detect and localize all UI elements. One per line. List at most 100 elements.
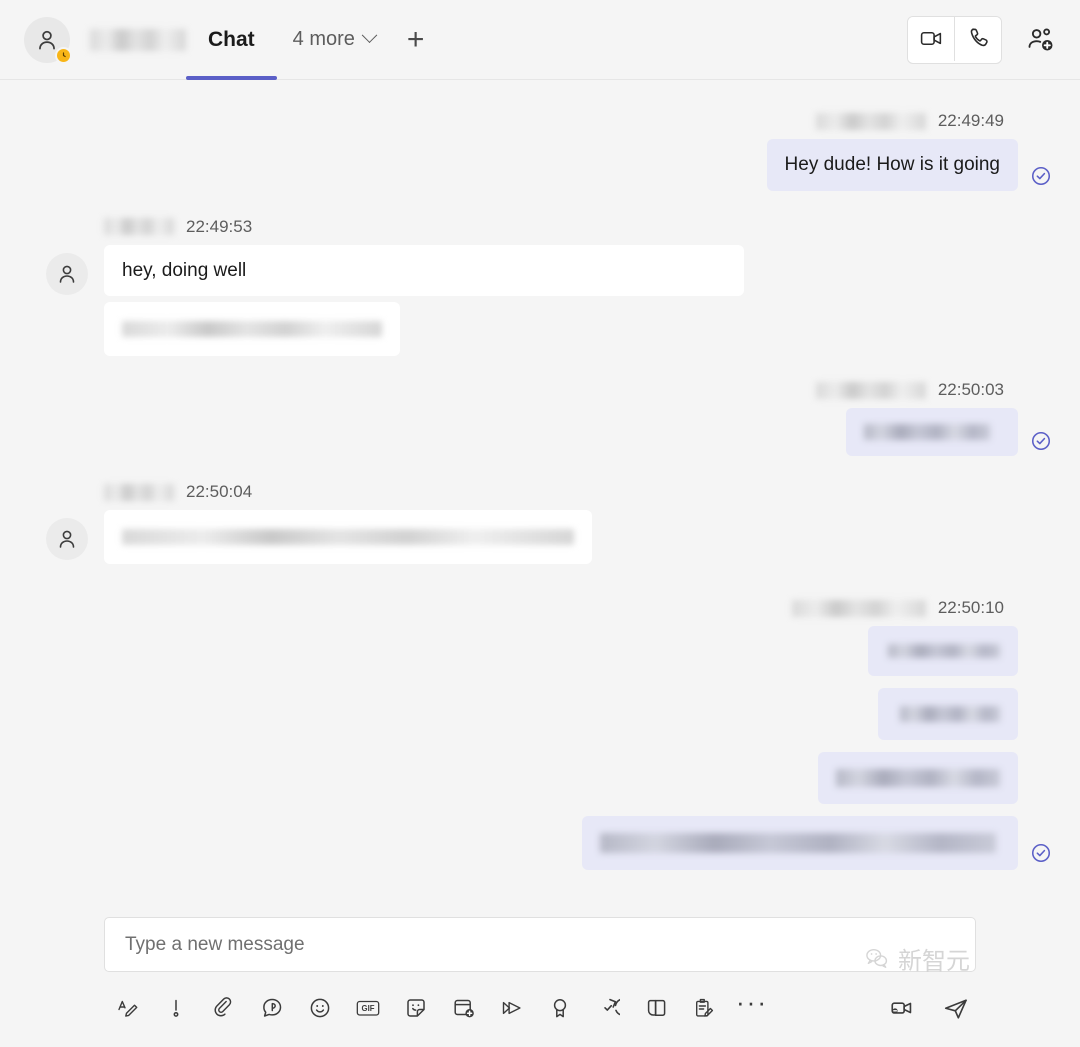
message-row: Hey dude! How is it going bbox=[766, 139, 1052, 191]
tab-chat[interactable]: Chat bbox=[186, 0, 277, 80]
message-timestamp: 22:50:04 bbox=[186, 482, 253, 502]
message-row bbox=[846, 408, 1052, 457]
svg-text:GIF: GIF bbox=[362, 1004, 375, 1013]
message-text-redacted bbox=[122, 529, 574, 546]
more-tabs-label: 4 more bbox=[292, 28, 355, 50]
message-input[interactable]: Type a new message bbox=[104, 917, 976, 972]
message-group: 22:50:04 bbox=[0, 482, 1080, 565]
send-icon bbox=[944, 999, 967, 1019]
message-bubble-stack bbox=[582, 626, 1018, 871]
message-text-redacted bbox=[600, 833, 996, 854]
message-timestamp: 22:50:10 bbox=[937, 598, 1004, 618]
praise-icon bbox=[553, 999, 567, 1018]
send-later-icon bbox=[502, 1001, 521, 1015]
add-people-icon bbox=[1028, 27, 1053, 50]
message-row bbox=[582, 626, 1052, 871]
person-icon bbox=[59, 530, 75, 549]
message-meta: 22:50:04 bbox=[104, 482, 1080, 502]
loop-button[interactable] bbox=[248, 986, 296, 1030]
message-meta: 22:50:10 bbox=[791, 598, 1052, 618]
message-bubble-redacted[interactable] bbox=[818, 752, 1018, 805]
add-people-button[interactable] bbox=[1024, 23, 1058, 57]
tab-chat-label: Chat bbox=[208, 27, 255, 51]
message-input-placeholder: Type a new message bbox=[125, 933, 305, 955]
message-bubble-redacted[interactable] bbox=[582, 816, 1018, 871]
forms-button[interactable] bbox=[680, 986, 728, 1030]
tab-active-indicator bbox=[186, 75, 277, 80]
forms-icon bbox=[696, 998, 714, 1017]
video-call-icon bbox=[920, 31, 941, 46]
message-timestamp: 22:50:03 bbox=[937, 380, 1004, 400]
message-bubble-redacted[interactable] bbox=[104, 302, 400, 357]
composer: Type a new message GIF ··· 新智元 bbox=[0, 917, 1080, 1047]
gif-icon: GIF bbox=[356, 1000, 380, 1016]
video-call-button[interactable] bbox=[908, 16, 954, 61]
message-bubble[interactable]: hey, doing well bbox=[104, 244, 744, 297]
more-tabs-button[interactable]: 4 more bbox=[292, 27, 378, 51]
composer-right-actions bbox=[878, 986, 980, 1030]
phone-icon bbox=[970, 28, 988, 47]
message-group: 22:49:49 Hey dude! How is it going bbox=[0, 111, 1080, 191]
chevron-down-icon bbox=[361, 27, 378, 44]
message-bubble-redacted[interactable] bbox=[104, 510, 592, 565]
sender-name-redacted bbox=[815, 112, 926, 130]
importance-button[interactable] bbox=[152, 986, 200, 1030]
audio-call-button[interactable] bbox=[954, 16, 1001, 61]
sticker-button[interactable] bbox=[392, 986, 440, 1030]
sender-name-redacted bbox=[815, 381, 926, 399]
format-icon bbox=[118, 1000, 138, 1017]
message-timestamp: 22:49:49 bbox=[937, 111, 1004, 130]
emoji-icon bbox=[310, 998, 330, 1018]
sender-name-redacted bbox=[104, 218, 174, 236]
approvals-button[interactable] bbox=[584, 986, 632, 1030]
video-message-button[interactable] bbox=[878, 986, 926, 1030]
chat-avatar[interactable] bbox=[24, 16, 72, 64]
message-text-redacted bbox=[900, 706, 1000, 723]
sender-name-redacted bbox=[104, 483, 174, 501]
message-bubble-redacted[interactable] bbox=[846, 408, 1018, 457]
giphy-button[interactable]: GIF bbox=[344, 986, 392, 1030]
video-message-icon bbox=[891, 1002, 912, 1014]
message-bubble-redacted[interactable] bbox=[868, 626, 1018, 677]
approvals-icon bbox=[604, 998, 620, 1016]
clock-icon bbox=[62, 51, 66, 57]
call-button-group bbox=[907, 15, 1002, 64]
message-text-redacted bbox=[836, 769, 1000, 788]
presence-badge-away bbox=[55, 46, 72, 64]
more-options-button[interactable]: ··· bbox=[728, 986, 776, 1030]
send-later-button[interactable] bbox=[488, 986, 536, 1030]
message-meta: 22:49:49 bbox=[815, 111, 1052, 131]
message-meta: 22:50:03 bbox=[815, 380, 1052, 400]
loop-icon bbox=[263, 998, 282, 1017]
add-tab-button[interactable]: + bbox=[407, 24, 425, 55]
message-avatar[interactable] bbox=[46, 252, 88, 295]
format-button[interactable] bbox=[104, 986, 152, 1030]
compare-icon bbox=[647, 999, 666, 1016]
praise-button[interactable] bbox=[536, 986, 584, 1030]
attach-button[interactable] bbox=[200, 986, 248, 1030]
message-bubble[interactable]: Hey dude! How is it going bbox=[766, 139, 1018, 191]
person-icon bbox=[39, 30, 55, 50]
message-list[interactable]: 22:49:49 Hey dude! How is it going 22:49… bbox=[0, 81, 1080, 917]
message-meta: 22:49:53 bbox=[104, 217, 1080, 237]
message-group: 22:50:10 bbox=[0, 598, 1080, 871]
message-avatar[interactable] bbox=[46, 518, 88, 561]
message-timestamp: 22:49:53 bbox=[186, 216, 253, 236]
send-button[interactable] bbox=[932, 986, 980, 1030]
emoji-button[interactable] bbox=[296, 986, 344, 1030]
delivered-check-icon bbox=[1031, 432, 1051, 451]
more-options-icon: ··· bbox=[736, 986, 768, 1017]
chat-title-redacted bbox=[90, 28, 186, 51]
composer-toolbar: GIF ··· 新智元 bbox=[104, 947, 976, 1038]
message-text-redacted bbox=[888, 644, 1000, 659]
message-group: 22:50:03 bbox=[0, 380, 1080, 457]
delivered-check-icon bbox=[1031, 844, 1051, 863]
message-bubble-redacted[interactable] bbox=[878, 688, 1018, 741]
message-group: 22:49:53 hey, doing well bbox=[0, 217, 1080, 357]
delivered-check-icon bbox=[1031, 166, 1051, 185]
meet-now-button[interactable] bbox=[440, 986, 488, 1030]
person-icon bbox=[59, 265, 75, 283]
compare-files-button[interactable] bbox=[632, 986, 680, 1030]
importance-icon bbox=[173, 999, 179, 1017]
chat-header: Chat 4 more + bbox=[0, 0, 1080, 80]
